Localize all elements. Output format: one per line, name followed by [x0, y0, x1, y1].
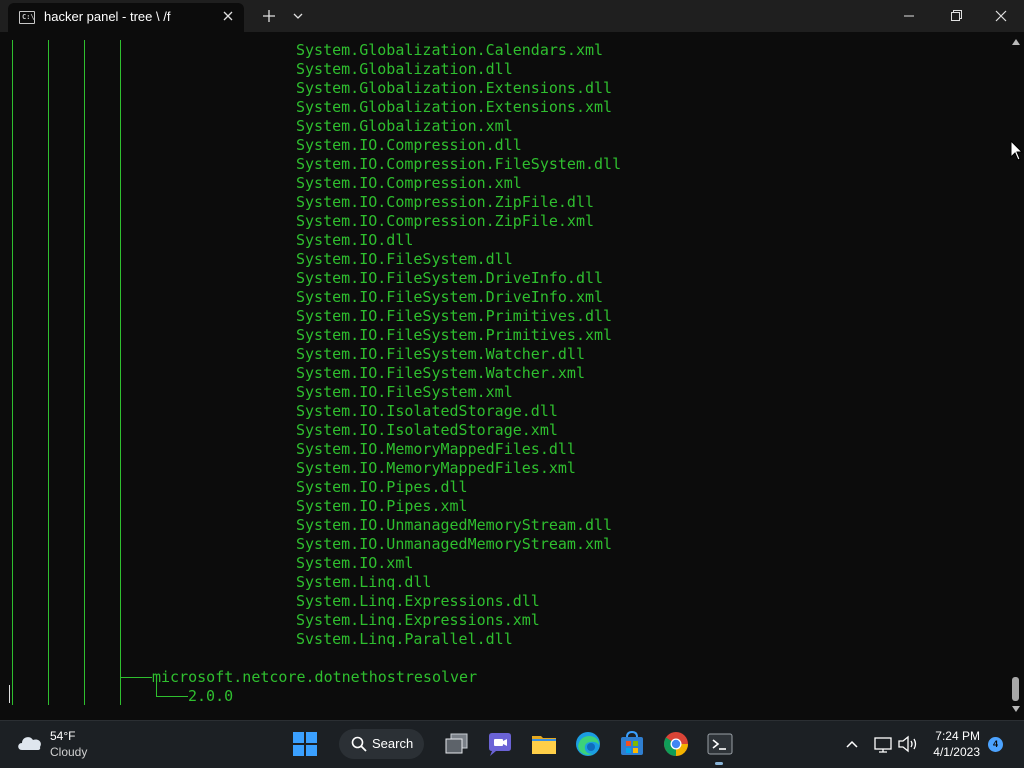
file-entry: System.IO.FileSystem.Watcher.xml: [296, 364, 585, 382]
taskbar-search-button[interactable]: Search: [339, 729, 424, 759]
minimize-button[interactable]: [886, 0, 932, 32]
store-icon[interactable]: [618, 730, 646, 758]
maximize-button[interactable]: [932, 0, 978, 32]
file-entry: System.IO.FileSystem.DriveInfo.xml: [296, 288, 604, 306]
terminal-tab-icon: C:\: [19, 11, 35, 24]
tab-title: hacker panel - tree \ /f: [44, 9, 171, 24]
search-icon: [351, 736, 367, 752]
weather-condition[interactable]: Cloudy: [50, 745, 87, 759]
terminal-tab[interactable]: C:\ hacker panel - tree \ /f: [8, 3, 244, 32]
file-entry: System.IO.Compression.ZipFile.xml: [296, 212, 595, 230]
tree-line: [120, 40, 121, 705]
mouse-pointer-icon: [1010, 140, 1024, 161]
tab-dropdown-button[interactable]: [287, 0, 309, 32]
file-entry: System.Globalization.Extensions.xml: [296, 98, 613, 116]
file-entry: System.Globalization.Extensions.dll: [296, 79, 613, 97]
search-label: Search: [372, 736, 414, 751]
tree-line: [84, 40, 85, 705]
tree-line: [156, 679, 157, 696]
active-app-indicator: [715, 762, 723, 765]
file-entry: System.IO.Pipes.dll: [296, 478, 468, 496]
file-entry: System.IO.IsolatedStorage.xml: [296, 421, 558, 439]
subfolder-name: 2.0.0: [188, 687, 234, 705]
file-entry: System.IO.FileSystem.xml: [296, 383, 513, 401]
file-explorer-icon[interactable]: [530, 730, 558, 758]
file-entry: System.Linq.Expressions.dll: [296, 592, 540, 610]
chrome-icon[interactable]: [662, 730, 690, 758]
volume-icon[interactable]: [894, 730, 922, 758]
weather-temperature[interactable]: 54°F: [50, 729, 75, 743]
file-entry: System.IO.Compression.FileSystem.dll: [296, 155, 622, 173]
file-entry: System.IO.UnmanagedMemoryStream.dll: [296, 516, 613, 534]
tree-line: [12, 40, 13, 705]
edge-icon[interactable]: [574, 730, 602, 758]
file-entry: System.IO.xml: [296, 554, 414, 572]
file-entry: Svstem.Linq.Parallel.dll: [296, 630, 513, 648]
new-tab-button[interactable]: [255, 0, 283, 32]
clock-date[interactable]: 4/1/2023: [928, 745, 980, 759]
file-entry: System.Linq.dll: [296, 573, 432, 591]
start-icon[interactable]: [291, 730, 319, 758]
file-entry: System.Linq.Expressions.xml: [296, 611, 540, 629]
file-entry: System.IO.Compression.ZipFile.dll: [296, 193, 595, 211]
chevron-up-icon[interactable]: [838, 730, 866, 758]
file-entry: System.IO.MemoryMappedFiles.dll: [296, 440, 576, 458]
file-list: System.Globalization.Calendars.xml Syste…: [296, 41, 621, 649]
teams-chat-icon[interactable]: [486, 730, 514, 758]
file-entry: System.IO.UnmanagedMemoryStream.xml: [296, 535, 613, 553]
notification-badge[interactable]: 4: [988, 737, 1003, 752]
file-entry: System.IO.FileSystem.Primitives.dll: [296, 307, 613, 325]
terminal-icon[interactable]: [706, 730, 734, 758]
file-entry: System.IO.Pipes.xml: [296, 497, 468, 515]
file-entry: System.IO.Compression.xml: [296, 174, 522, 192]
file-entry: System.Globalization.dll: [296, 60, 513, 78]
file-entry: System.IO.FileSystem.Primitives.xml: [296, 326, 613, 344]
terminal-output[interactable]: System.Globalization.Calendars.xml Syste…: [0, 32, 1008, 720]
file-entry: System.IO.MemoryMappedFiles.xml: [296, 459, 576, 477]
network-icon[interactable]: [869, 730, 897, 758]
tree-branch-line: [156, 696, 188, 697]
scrollbar-thumb[interactable]: [1012, 677, 1019, 701]
file-entry: System.IO.Compression.dll: [296, 136, 522, 154]
cloud-icon[interactable]: [16, 732, 44, 752]
scroll-up-arrow-icon[interactable]: [1012, 39, 1020, 45]
folder-name: microsoft.netcore.dotnethostresolver: [152, 668, 478, 686]
file-entry: System.IO.FileSystem.DriveInfo.dll: [296, 269, 604, 287]
close-window-button[interactable]: [978, 0, 1024, 32]
tree-branch-line: [120, 677, 152, 678]
file-entry: System.IO.IsolatedStorage.dll: [296, 402, 558, 420]
file-entry: System.IO.FileSystem.dll: [296, 250, 513, 268]
clock-time[interactable]: 7:24 PM: [928, 729, 980, 743]
title-bar: C:\ hacker panel - tree \ /f: [0, 0, 1024, 32]
file-entry: System.IO.dll: [296, 231, 414, 249]
close-tab-icon[interactable]: [220, 8, 236, 24]
file-entry: System.Globalization.xml: [296, 117, 513, 135]
scrollbar[interactable]: [1008, 32, 1024, 720]
task-view-icon[interactable]: [442, 730, 470, 758]
taskbar: 54°F Cloudy Search 7:24 PM 4/1/2023 4: [0, 720, 1024, 768]
file-entry: System.IO.FileSystem.Watcher.dll: [296, 345, 585, 363]
text-cursor: [9, 685, 10, 703]
file-entry: System.Globalization.Calendars.xml: [296, 41, 604, 59]
tree-line: [48, 40, 49, 705]
scroll-down-arrow-icon[interactable]: [1012, 706, 1020, 712]
